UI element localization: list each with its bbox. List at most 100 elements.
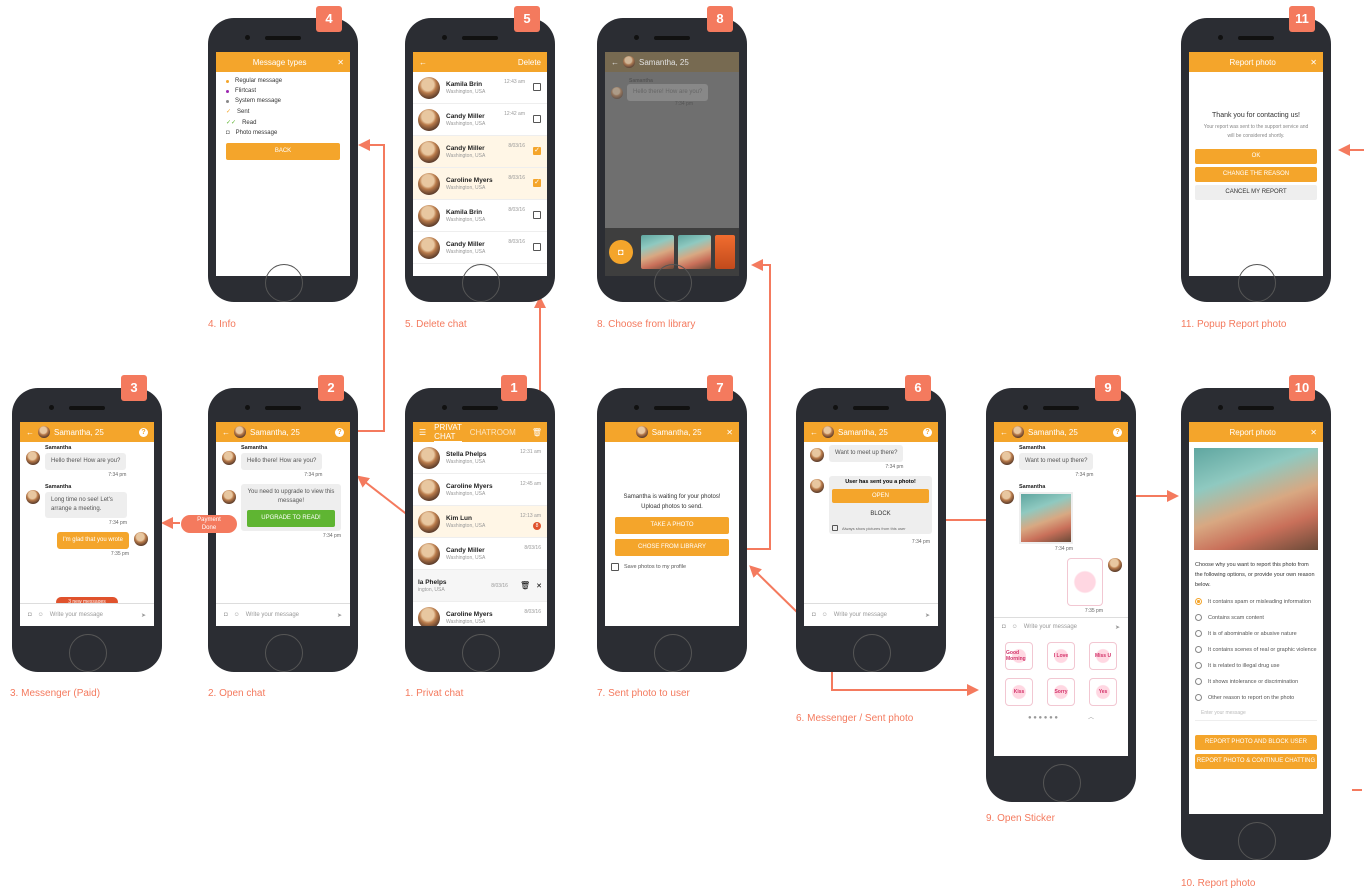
report-option[interactable]: Contains scam content bbox=[1189, 610, 1323, 626]
chat-row[interactable]: Caroline Myers Washington, USA 12:45 am bbox=[413, 474, 547, 506]
select-checkbox[interactable] bbox=[533, 243, 541, 251]
trash-icon[interactable]: 🗑 bbox=[520, 581, 530, 590]
report-block-button[interactable]: REPORT PHOTO AND BLOCK USER bbox=[1195, 735, 1317, 750]
back-arrow-icon[interactable]: ← bbox=[1000, 428, 1008, 437]
chat-row[interactable]: Caroline Myers Washington, USA 8/03/16 bbox=[413, 602, 547, 626]
camera-icon[interactable]: ◘ bbox=[1002, 624, 1006, 630]
delete-button[interactable]: Delete bbox=[518, 58, 541, 67]
camera-icon[interactable]: ◘ bbox=[28, 612, 32, 618]
sticker-pager[interactable]: ● ● ● ● ● ● ︿ bbox=[994, 712, 1128, 721]
back-arrow-icon[interactable]: ← bbox=[26, 428, 34, 437]
report-option[interactable]: It contains spam or misleading informati… bbox=[1189, 594, 1323, 610]
msg-time: 7:35 pm bbox=[1084, 608, 1103, 614]
message-input[interactable]: Write your message bbox=[1024, 624, 1109, 630]
message-input[interactable]: Write your message bbox=[50, 612, 135, 618]
back-arrow-icon[interactable]: ← bbox=[419, 58, 427, 67]
radio-icon[interactable] bbox=[1195, 678, 1202, 685]
tab-chatroom[interactable]: CHATROOM bbox=[470, 428, 516, 437]
select-checkbox[interactable] bbox=[533, 115, 541, 123]
select-checkbox[interactable]: ✓ bbox=[533, 147, 541, 155]
sticker-0[interactable]: Good Morning bbox=[1005, 642, 1033, 670]
help-icon[interactable]: ? bbox=[335, 427, 344, 437]
select-checkbox[interactable]: ✓ bbox=[533, 179, 541, 187]
open-button[interactable]: OPEN bbox=[832, 489, 929, 503]
emoji-icon[interactable]: ☺ bbox=[822, 612, 828, 618]
camera-button[interactable]: ◘ bbox=[609, 240, 633, 264]
radio-icon[interactable] bbox=[1195, 598, 1202, 605]
emoji-icon[interactable]: ☺ bbox=[1012, 624, 1018, 630]
delete-chat-row[interactable]: Caroline Myers Washington, USA 8/03/16 ✓ bbox=[413, 168, 547, 200]
delete-chat-row[interactable]: Candy Miller Washington, USA 8/03/16 ✓ bbox=[413, 136, 547, 168]
message-input[interactable]: Write your message bbox=[834, 612, 919, 618]
received-photo[interactable] bbox=[1019, 492, 1073, 544]
ok-button[interactable]: OK bbox=[1195, 149, 1317, 164]
help-icon[interactable]: ? bbox=[1113, 427, 1122, 437]
reason-input[interactable]: Enter your message bbox=[1195, 706, 1317, 721]
contact-name: Caroline Myers bbox=[446, 482, 493, 490]
chevron-up-icon[interactable]: ︿ bbox=[1088, 715, 1094, 721]
send-icon[interactable]: ➤ bbox=[1115, 624, 1120, 631]
delete-chat-row[interactable]: Kamila Brin Washington, USA 8/03/16 bbox=[413, 200, 547, 232]
report-option[interactable]: It shows intolerance or discrimination bbox=[1189, 674, 1323, 690]
always-show-checkbox[interactable] bbox=[832, 525, 838, 531]
library-thumb[interactable] bbox=[715, 235, 735, 269]
block-button[interactable]: BLOCK bbox=[832, 507, 929, 521]
chose-library-button[interactable]: CHOSE FROM LIBRARY bbox=[615, 539, 729, 556]
library-thumb[interactable] bbox=[677, 235, 712, 269]
sticker-2[interactable]: Miss U bbox=[1089, 642, 1117, 670]
radio-icon[interactable] bbox=[1195, 646, 1202, 653]
report-option[interactable]: It is related to illegal drug use bbox=[1189, 658, 1323, 674]
select-checkbox[interactable] bbox=[533, 211, 541, 219]
contact-location: ington, USA bbox=[418, 586, 445, 593]
menu-icon[interactable]: ☰ bbox=[419, 428, 426, 437]
report-continue-button[interactable]: REPORT PHOTO & CONTINUE CHATTING bbox=[1195, 754, 1317, 769]
message-input[interactable]: Write your message bbox=[246, 612, 331, 618]
cancel-report-button[interactable]: CANCEL MY REPORT bbox=[1195, 185, 1317, 200]
radio-icon[interactable] bbox=[1195, 614, 1202, 621]
radio-icon[interactable] bbox=[1195, 694, 1202, 701]
phone-messenger-paid: ← Samantha, 25? Samantha Hello there! How … bbox=[12, 388, 162, 672]
chat-row[interactable]: Stella Phelps Washington, USA 12:31 am bbox=[413, 442, 547, 474]
close-icon[interactable]: ✕ bbox=[337, 58, 344, 67]
sticker-4[interactable]: Sorry bbox=[1047, 678, 1075, 706]
send-icon[interactable]: ➤ bbox=[925, 612, 930, 619]
chat-row[interactable]: Kim Lun Washington, USA 12:13 am 8 bbox=[413, 506, 547, 538]
delete-chat-row[interactable]: Candy Miller Washington, USA 8/03/16 bbox=[413, 232, 547, 264]
upgrade-button[interactable]: UPGRADE TO READ! bbox=[247, 510, 335, 527]
camera-icon[interactable]: ◘ bbox=[224, 612, 228, 618]
dim-chat-title: Samantha, 25 bbox=[639, 57, 689, 67]
select-checkbox[interactable] bbox=[533, 83, 541, 91]
back-arrow-icon[interactable]: ← bbox=[222, 428, 230, 437]
save-checkbox[interactable] bbox=[611, 563, 619, 571]
help-icon[interactable]: ? bbox=[923, 427, 932, 437]
close-icon[interactable]: ✕ bbox=[1310, 58, 1317, 67]
help-icon[interactable]: ? bbox=[139, 427, 148, 437]
sticker-5[interactable]: Yes bbox=[1089, 678, 1117, 706]
radio-icon[interactable] bbox=[1195, 630, 1202, 637]
send-icon[interactable]: ➤ bbox=[337, 612, 342, 619]
tab-privat-chat[interactable]: PRIVAT CHAT bbox=[434, 423, 462, 442]
step-badge-1: 1 bbox=[501, 375, 527, 401]
emoji-icon[interactable]: ☺ bbox=[234, 612, 240, 618]
delete-chat-row[interactable]: Candy Miller Washington, USA 12:42 am bbox=[413, 104, 547, 136]
report-option[interactable]: Other reason to report on the photo bbox=[1189, 690, 1323, 706]
close-icon[interactable]: ✕ bbox=[726, 428, 733, 437]
back-button[interactable]: BACK bbox=[226, 143, 340, 160]
delete-chat-row[interactable]: Kamila Brin Washington, USA 12:43 am bbox=[413, 72, 547, 104]
swiped-row[interactable]: la Phelps ington, USA 8/03/16 🗑 ✕ bbox=[413, 570, 547, 602]
sticker-1[interactable]: I Love bbox=[1047, 642, 1075, 670]
chat-row[interactable]: Candy Miller Washington, USA 8/03/16 bbox=[413, 538, 547, 570]
report-option[interactable]: It contains scenes of real or graphic vi… bbox=[1189, 642, 1323, 658]
change-reason-button[interactable]: CHANGE THE REASON bbox=[1195, 167, 1317, 182]
close-icon[interactable]: ✕ bbox=[1310, 428, 1317, 437]
send-icon[interactable]: ➤ bbox=[141, 612, 146, 619]
report-option[interactable]: It is of abominable or abusive nature bbox=[1189, 626, 1323, 642]
sticker-3[interactable]: Kiss bbox=[1005, 678, 1033, 706]
camera-icon[interactable]: ◘ bbox=[812, 612, 816, 618]
emoji-icon[interactable]: ☺ bbox=[38, 612, 44, 618]
trash-icon[interactable]: 🗑 bbox=[532, 428, 542, 437]
close-icon[interactable]: ✕ bbox=[536, 582, 542, 590]
take-photo-button[interactable]: TAKE A PHOTO bbox=[615, 517, 729, 534]
radio-icon[interactable] bbox=[1195, 662, 1202, 669]
back-arrow-icon[interactable]: ← bbox=[810, 428, 818, 437]
